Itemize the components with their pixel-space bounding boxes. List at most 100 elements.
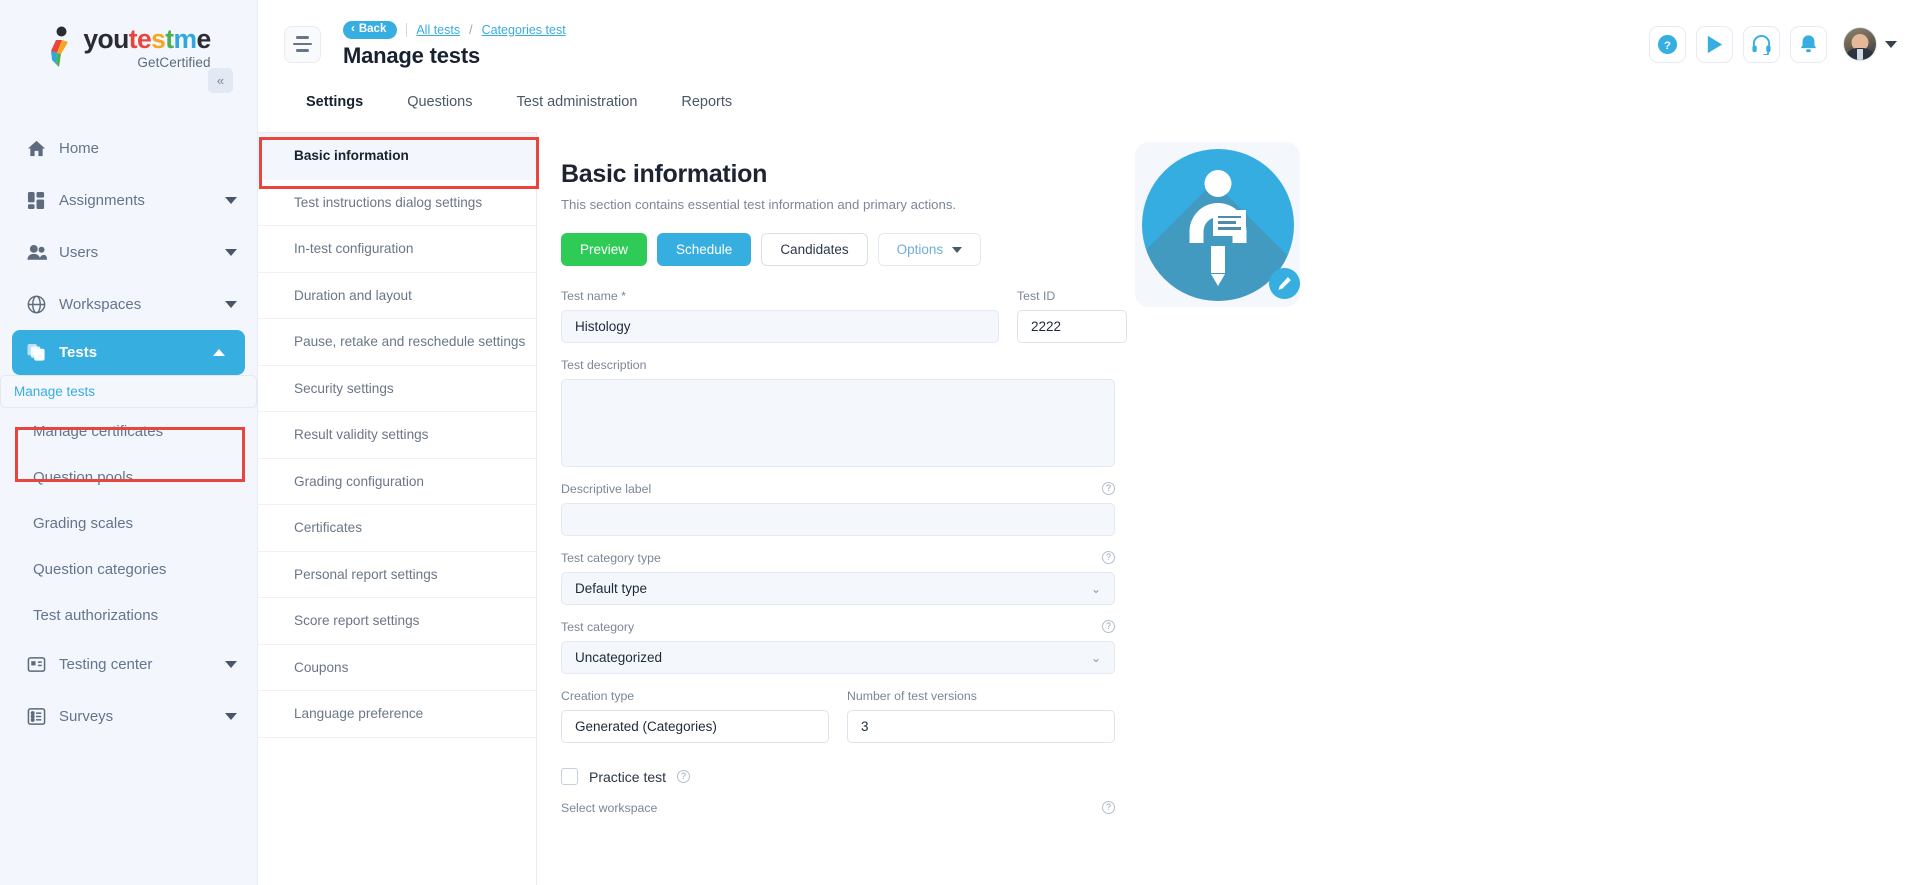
notifications-button[interactable] bbox=[1790, 25, 1827, 63]
sidebar-item-assignments[interactable]: Assignments bbox=[0, 174, 257, 226]
settings-item-label: Security settings bbox=[294, 380, 394, 396]
sidebar-item-tests[interactable]: Tests bbox=[12, 330, 245, 375]
settings-item-result-validity-settings[interactable]: Result validity settings bbox=[258, 412, 536, 459]
options-dropdown-button[interactable]: Options bbox=[877, 233, 982, 266]
play-button[interactable] bbox=[1696, 25, 1733, 63]
sidebar-subitem-manage-tests[interactable]: Manage tests bbox=[0, 375, 257, 408]
field-number-of-test-versions: Number of test versions 3 bbox=[847, 689, 1115, 743]
settings-item-in-test-configuration[interactable]: In-test configuration bbox=[258, 226, 536, 273]
chevron-down-icon bbox=[952, 246, 963, 253]
settings-item-language-preference[interactable]: Language preference bbox=[258, 691, 536, 738]
chevron-down-icon bbox=[225, 196, 237, 204]
chevron-down-icon bbox=[225, 712, 237, 720]
sidebar-item-label: Surveys bbox=[59, 707, 114, 725]
test-thumbnail[interactable] bbox=[1135, 142, 1300, 307]
settings-item-label: Grading configuration bbox=[294, 473, 424, 489]
svg-text:?: ? bbox=[1664, 39, 1671, 51]
sidebar-item-label: Users bbox=[59, 243, 99, 261]
field-creation-type: Creation type Generated (Categories) bbox=[561, 689, 829, 743]
tab-label: Test administration bbox=[516, 94, 638, 110]
help-icon[interactable]: ? bbox=[1102, 801, 1115, 814]
sidebar-item-testing-center[interactable]: Testing center bbox=[0, 638, 257, 690]
settings-item-security-settings[interactable]: Security settings bbox=[258, 366, 536, 412]
field-value: Histology bbox=[575, 319, 631, 334]
settings-item-label: Coupons bbox=[294, 659, 349, 675]
settings-item-label: Score report settings bbox=[294, 613, 420, 629]
breadcrumb-link-categories-test[interactable]: Categories test bbox=[482, 23, 566, 37]
help-icon[interactable]: ? bbox=[677, 770, 691, 783]
candidates-button[interactable]: Candidates bbox=[761, 233, 868, 266]
button-label: Schedule bbox=[676, 242, 733, 257]
brand-name: youtestme bbox=[83, 24, 211, 54]
preview-button[interactable]: Preview bbox=[561, 233, 648, 266]
schedule-button[interactable]: Schedule bbox=[657, 233, 752, 266]
test-category-select[interactable]: Uncategorized ⌄ bbox=[561, 641, 1115, 674]
sidebar-item-label: Tests bbox=[59, 344, 98, 361]
help-button[interactable]: ? bbox=[1649, 25, 1686, 63]
sidebar-item-home[interactable]: Home bbox=[0, 122, 257, 174]
sidebar-subitem-question-categories[interactable]: Question categories bbox=[0, 546, 257, 592]
hamburger-menu-button[interactable] bbox=[284, 25, 321, 63]
sidebar-subitem-question-pools[interactable]: Question pools bbox=[0, 454, 257, 500]
help-icon: ? bbox=[1657, 34, 1678, 54]
field-test-category-type: Test category type ? Default type ⌄ bbox=[561, 551, 1115, 605]
breadcrumb-separator: / bbox=[469, 23, 473, 37]
settings-item-test-instructions-dialog-settings[interactable]: Test instructions dialog settings bbox=[258, 180, 536, 226]
button-label: Preview bbox=[580, 242, 629, 257]
sidebar-item-users[interactable]: Users bbox=[0, 226, 257, 278]
brand-logo[interactable]: youtestme GetCertified bbox=[0, 0, 257, 70]
breadcrumb-link-all-tests[interactable]: All tests bbox=[416, 23, 460, 37]
sidebar-item-surveys[interactable]: Surveys bbox=[0, 690, 257, 742]
button-label: Options bbox=[896, 242, 944, 257]
breadcrumb-divider bbox=[406, 23, 408, 37]
test-id-input[interactable]: 2222 bbox=[1017, 310, 1127, 343]
tab-reports[interactable]: Reports bbox=[659, 88, 754, 122]
field-label: Creation type bbox=[561, 689, 635, 703]
settings-item-coupons[interactable]: Coupons bbox=[258, 645, 536, 691]
users-icon bbox=[27, 243, 53, 262]
settings-item-personal-report-settings[interactable]: Personal report settings bbox=[258, 552, 536, 598]
edit-thumbnail-button[interactable] bbox=[1269, 268, 1300, 299]
settings-item-label: Test instructions dialog settings bbox=[294, 194, 483, 210]
descriptive-label-input[interactable] bbox=[561, 503, 1115, 536]
test-name-input[interactable]: Histology bbox=[561, 310, 999, 343]
settings-item-certificates[interactable]: Certificates bbox=[258, 505, 536, 552]
help-icon[interactable]: ? bbox=[1102, 551, 1115, 564]
top-bar-actions: ? bbox=[1649, 25, 1897, 63]
help-icon[interactable]: ? bbox=[1102, 482, 1115, 495]
sidebar-subitem-test-authorizations[interactable]: Test authorizations bbox=[0, 592, 257, 638]
practice-test-checkbox[interactable] bbox=[561, 768, 578, 785]
tab-questions[interactable]: Questions bbox=[385, 88, 494, 122]
hamburger-line bbox=[293, 42, 312, 46]
youtestme-logo-icon bbox=[51, 26, 69, 67]
body-area: Basic information Test instructions dial… bbox=[258, 132, 1919, 885]
support-button[interactable] bbox=[1743, 25, 1780, 63]
content-panel: Basic information This section contains … bbox=[537, 132, 1919, 885]
settings-item-label: Certificates bbox=[294, 520, 362, 536]
settings-item-grading-configuration[interactable]: Grading configuration bbox=[258, 459, 536, 505]
sidebar-subitem-manage-certificates[interactable]: Manage certificates bbox=[0, 408, 257, 454]
field-label: Test category type bbox=[561, 551, 661, 565]
back-button[interactable]: ‹ Back bbox=[343, 21, 398, 39]
user-menu[interactable] bbox=[1843, 27, 1897, 61]
tab-settings[interactable]: Settings bbox=[284, 88, 385, 122]
settings-item-score-report-settings[interactable]: Score report settings bbox=[258, 598, 536, 645]
test-thumbnail-wrap bbox=[1135, 142, 1300, 307]
tab-test-administration[interactable]: Test administration bbox=[495, 88, 660, 122]
sidebar-subitem-grading-scales[interactable]: Grading scales bbox=[0, 500, 257, 546]
settings-item-duration-and-layout[interactable]: Duration and layout bbox=[258, 273, 536, 319]
test-category-type-select[interactable]: Default type ⌄ bbox=[561, 572, 1115, 605]
surveys-icon bbox=[27, 707, 53, 726]
settings-item-basic-information[interactable]: Basic information bbox=[258, 133, 536, 180]
tab-label: Settings bbox=[306, 94, 364, 110]
back-button-label: Back bbox=[358, 23, 387, 36]
sidebar-collapse-button[interactable]: « bbox=[208, 68, 233, 93]
test-description-textarea[interactable] bbox=[561, 379, 1115, 467]
sidebar-item-workspaces[interactable]: Workspaces bbox=[0, 278, 257, 330]
number-of-versions-input[interactable]: 3 bbox=[847, 710, 1115, 743]
field-value: 3 bbox=[861, 719, 869, 734]
field-select-workspace: Select workspace ? bbox=[561, 801, 1115, 815]
help-icon[interactable]: ? bbox=[1102, 620, 1115, 633]
settings-item-pause-retake-reschedule[interactable]: Pause, retake and reschedule settings bbox=[258, 319, 536, 366]
chevron-up-icon bbox=[213, 349, 225, 356]
